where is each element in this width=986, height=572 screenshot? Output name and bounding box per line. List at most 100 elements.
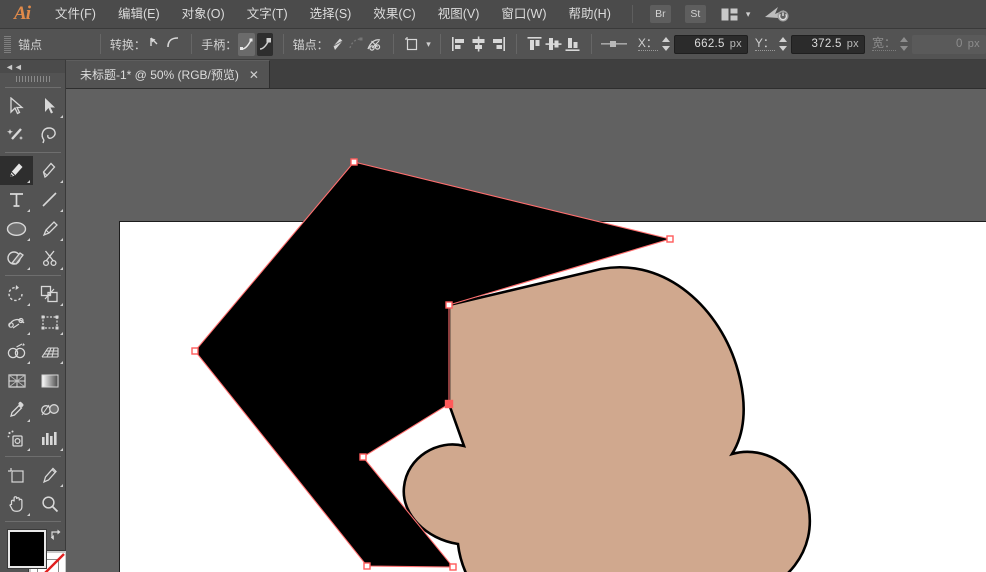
tool-shape-builder[interactable] [0,337,33,366]
convert-to-smooth-icon[interactable] [165,33,181,56]
tool-paintbrush[interactable] [33,214,66,243]
tool-expand-corner[interactable] [60,448,63,451]
isolate-chevron-down-icon[interactable]: ▾ [426,39,431,50]
tool-shaper-pencil[interactable] [0,243,33,272]
tool-zoom[interactable] [33,489,66,518]
stroke-swatch[interactable] [29,551,67,572]
tool-expand-corner[interactable] [60,180,63,183]
tool-symbol-sprayer[interactable] [0,424,33,453]
x-stepper[interactable] [661,34,671,54]
tool-expand-corner[interactable] [27,332,30,335]
tools-panel-grip[interactable] [0,73,65,84]
tool-direct-selection[interactable] [33,91,66,120]
align-top-icon[interactable] [526,33,543,56]
stock-button[interactable]: St [685,5,706,23]
tool-lasso[interactable] [33,120,66,149]
anchor-point[interactable] [192,348,198,354]
y-coordinate-input[interactable]: 372.5 px [791,35,865,54]
menu-select[interactable]: 选择(S) [299,0,363,29]
tool-scissors[interactable] [33,243,66,272]
tool-expand-corner[interactable] [27,267,30,270]
tool-width[interactable] [0,308,33,337]
tool-expand-corner[interactable] [27,303,30,306]
align-left-icon[interactable] [451,33,468,56]
tool-expand-corner[interactable] [60,115,63,118]
menu-file[interactable]: 文件(F) [44,0,107,29]
tool-ellipse[interactable] [0,214,33,243]
hide-handles-icon[interactable] [257,33,273,56]
tool-expand-corner[interactable] [60,267,63,270]
anchor-point[interactable] [667,236,673,242]
tool-expand-corner[interactable] [27,448,30,451]
x-coordinate-input[interactable]: 662.5 px [674,35,748,54]
tool-expand-corner[interactable] [60,209,63,212]
tool-expand-corner[interactable] [27,513,30,516]
menu-help[interactable]: 帮助(H) [558,0,622,29]
tool-mesh[interactable] [0,366,33,395]
tool-column-graph[interactable] [33,424,66,453]
tool-artboard[interactable] [0,460,33,489]
tool-selection[interactable] [0,91,33,120]
tool-free-transform[interactable] [33,308,66,337]
tool-type[interactable] [0,185,33,214]
anchor-point[interactable] [360,454,366,460]
y-stepper[interactable] [778,34,788,54]
tool-pen[interactable] [0,156,33,185]
anchor-point[interactable] [450,564,456,570]
creative-cloud-icon[interactable] [764,5,790,23]
isolate-selected-icon[interactable] [404,33,420,56]
anchor-point[interactable] [351,159,357,165]
tool-rotate[interactable] [0,279,33,308]
menu-type[interactable]: 文字(T) [236,0,299,29]
cut-path-icon[interactable] [366,33,383,56]
chevron-down-icon[interactable]: ▾ [746,9,751,20]
tool-expand-corner[interactable] [27,180,30,183]
close-icon[interactable]: ✕ [249,68,259,82]
tool-blend[interactable] [33,395,66,424]
tool-expand-corner[interactable] [27,238,30,241]
swap-fill-stroke-icon[interactable] [49,528,62,544]
tool-slice[interactable] [33,460,66,489]
anchor-point[interactable] [446,302,452,308]
menu-window[interactable]: 窗口(W) [490,0,557,29]
tool-magic-wand[interactable] [0,120,33,149]
tool-scale[interactable] [33,279,66,308]
tool-expand-corner[interactable] [60,361,63,364]
align-right-icon[interactable] [489,33,506,56]
artwork-layer[interactable] [66,89,986,572]
tool-hand[interactable] [0,489,33,518]
menu-object[interactable]: 对象(O) [171,0,236,29]
tool-expand-corner[interactable] [60,303,63,306]
anchor-point-selected[interactable] [446,401,453,408]
tool-expand-corner[interactable] [27,419,30,422]
tool-eyedropper[interactable] [0,395,33,424]
tool-line-segment[interactable] [33,185,66,214]
document-tab[interactable]: 未标题-1* @ 50% (RGB/预览) ✕ [66,60,270,88]
tool-expand-corner[interactable] [27,361,30,364]
show-handles-icon[interactable] [238,33,254,56]
tool-add-anchor[interactable] [33,156,66,185]
options-bar-grip[interactable] [4,36,11,53]
anchor-point[interactable] [364,563,370,569]
convert-to-corner-icon[interactable] [147,33,163,56]
arrange-documents-icon[interactable] [719,5,741,23]
tool-expand-corner[interactable] [60,484,63,487]
tool-gradient[interactable] [33,366,66,395]
align-bottom-icon[interactable] [564,33,581,56]
face-shape[interactable] [404,267,810,572]
bridge-button[interactable]: Br [650,5,671,23]
tool-perspective-grid[interactable] [33,337,66,366]
fill-stroke-controls [0,526,66,572]
menu-effect[interactable]: 效果(C) [362,0,426,29]
tool-expand-corner[interactable] [60,332,63,335]
menu-view[interactable]: 视图(V) [427,0,491,29]
align-center-vertical-icon[interactable] [545,33,562,56]
canvas-area[interactable] [66,89,986,572]
tool-expand-corner[interactable] [60,238,63,241]
collapse-panel-icon[interactable]: ◄◄ [0,60,65,73]
align-center-horizontal-icon[interactable] [470,33,487,56]
menu-edit[interactable]: 编辑(E) [107,0,171,29]
remove-anchor-icon[interactable] [330,33,346,56]
tool-expand-corner[interactable] [27,209,30,212]
options-divider-3 [283,34,284,54]
